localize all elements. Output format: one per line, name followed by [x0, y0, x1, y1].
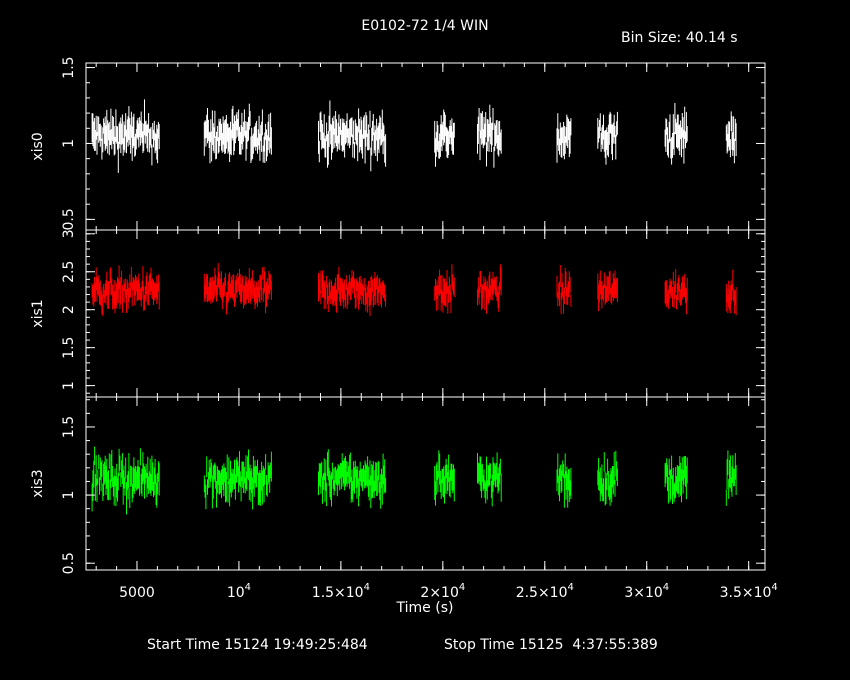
xis0-y-axis-label: xis0 — [30, 132, 46, 160]
start-time-label: Start Time 15124 19:49:25:484 — [147, 637, 368, 653]
lightcurve-plot: 0.5 1 1.5 xis0 1 1.5 2 2.5 3 xis1 0.5 1 1.5 xis3 5000 1… — [30, 56, 778, 601]
lightcurve-figure: 0.5 1 1.5 xis0 1 1.5 2 2.5 3 xis1 0.5 1 1.5 xis3 5000 1… — [0, 0, 850, 680]
xis0-y-tick-label: 1.5 — [61, 56, 77, 78]
xis0-frame — [85, 62, 766, 231]
xis1-y-tick-label: 2 — [61, 305, 77, 314]
xis3-y-tick-label: 1 — [61, 491, 77, 500]
xis3-y-tick-label: 0.5 — [61, 552, 77, 574]
x-tick-label: 2×104 — [420, 582, 465, 601]
stop-time-label: Stop Time 15125 4:37:55:389 — [444, 637, 658, 653]
xis1-y-tick-label: 3 — [61, 229, 77, 238]
x-tick-label: 3×104 — [624, 582, 669, 601]
xis3-frame — [85, 396, 766, 571]
xis3-y-tick-label: 1.5 — [61, 416, 77, 438]
x-tick-label: 2.5×104 — [516, 582, 574, 601]
x-axis-label: Time (s) — [396, 600, 454, 616]
xis0-y-tick-label: 0.5 — [61, 208, 77, 230]
xis1-y-tick-label: 1.5 — [61, 337, 77, 359]
xis0-y-tick-label: 1 — [61, 139, 77, 148]
xis3-y-axis-label: xis3 — [30, 469, 46, 497]
x-tick-label: 5000 — [119, 585, 155, 601]
x-tick-label: 1.5×104 — [312, 582, 370, 601]
xis1-frame — [85, 229, 766, 398]
xis1-y-tick-label: 1 — [61, 381, 77, 390]
x-tick-label: 104 — [227, 582, 251, 601]
bin-size-label: Bin Size: 40.14 s — [621, 30, 738, 46]
xis1-y-axis-label: xis1 — [30, 299, 46, 327]
xis1-y-tick-label: 2.5 — [61, 261, 77, 283]
x-tick-label: 3.5×104 — [720, 582, 778, 601]
